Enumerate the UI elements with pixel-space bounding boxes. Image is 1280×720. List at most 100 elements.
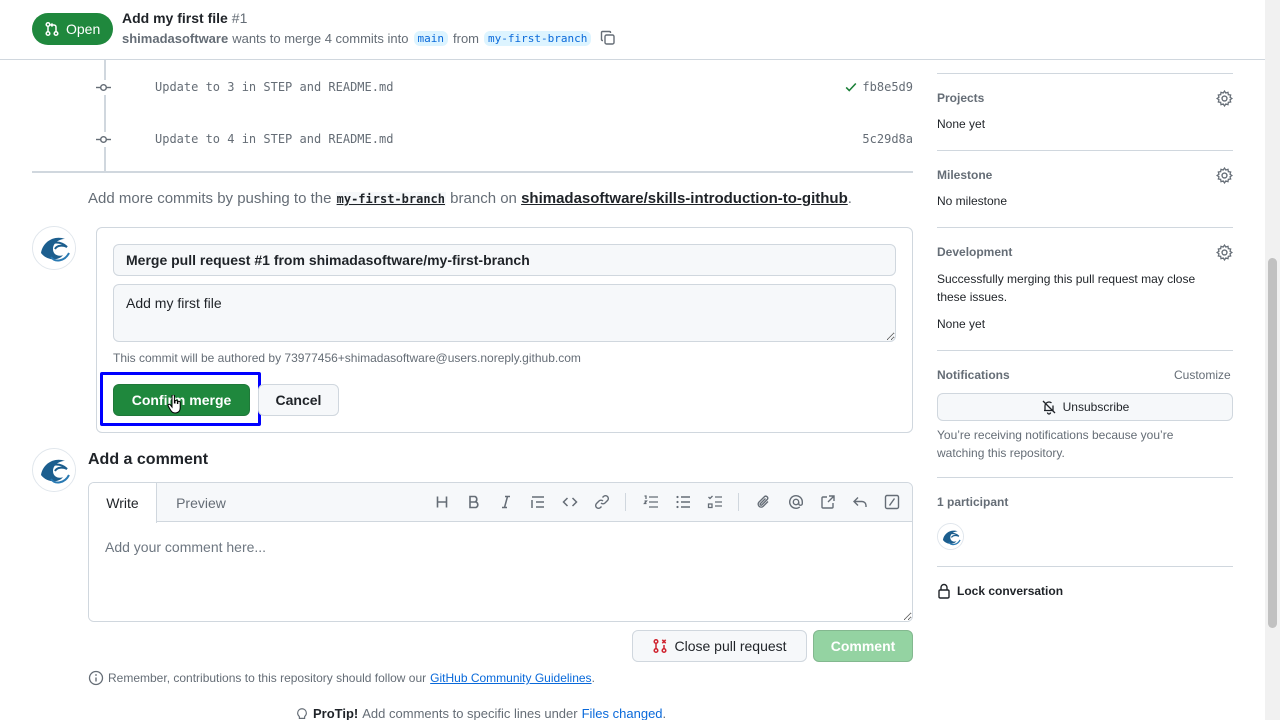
commit-message-link[interactable]: Update to 4 in STEP and README.md bbox=[155, 132, 393, 146]
protip-text: Add comments to specific lines under bbox=[362, 706, 578, 720]
quote-icon[interactable] bbox=[529, 493, 547, 511]
push-hint-middle: branch on bbox=[450, 190, 517, 207]
lock-icon bbox=[938, 583, 950, 599]
heading-icon[interactable] bbox=[433, 493, 451, 511]
base-branch-label[interactable]: main bbox=[413, 30, 448, 46]
commit-sha-link[interactable]: 5c29d8a bbox=[862, 132, 913, 146]
projects-value: None yet bbox=[937, 117, 986, 131]
push-hint-suffix: . bbox=[847, 190, 852, 207]
merge-commit-body-input[interactable]: Add my first file bbox=[113, 284, 896, 342]
unordered-list-icon[interactable] bbox=[674, 493, 692, 511]
commit-row: Update to 3 in STEP and README.md fb8e5d… bbox=[90, 75, 913, 99]
close-pull-request-label: Close pull request bbox=[674, 638, 787, 654]
merge-commit-title-input[interactable] bbox=[113, 244, 896, 276]
lock-conversation-link[interactable]: Lock conversation bbox=[937, 583, 1063, 599]
merge-box: Add my first file This commit will be au… bbox=[96, 227, 913, 433]
comment-button[interactable]: Comment bbox=[813, 630, 913, 662]
milestone-heading: Milestone bbox=[937, 168, 993, 182]
mention-icon[interactable] bbox=[787, 493, 805, 511]
guidelines-note: Remember, contributions to this reposito… bbox=[88, 670, 595, 686]
repo-link[interactable]: shimadasoftware/skills-introduction-to-g… bbox=[521, 190, 848, 207]
head-branch-label[interactable]: my-first-branch bbox=[484, 30, 592, 46]
gear-icon[interactable] bbox=[1216, 90, 1233, 107]
pr-state-badge: Open bbox=[32, 13, 113, 45]
notifications-reason: You’re receiving notifications because y… bbox=[937, 428, 1174, 460]
check-icon[interactable] bbox=[844, 80, 858, 94]
link-icon[interactable] bbox=[593, 493, 611, 511]
reply-icon[interactable] bbox=[851, 493, 869, 511]
customize-link[interactable]: Customize bbox=[1174, 368, 1231, 382]
pr-sticky-header: Open Add my first file #1 shimadasoftware… bbox=[0, 0, 1265, 60]
push-hint-branch[interactable]: my-first-branch bbox=[335, 192, 446, 206]
projects-heading: Projects bbox=[937, 91, 985, 105]
commit-row: Update to 4 in STEP and README.md 5c29d8… bbox=[90, 127, 913, 151]
comment-tabs: Write Preview bbox=[89, 483, 912, 523]
guidelines-prefix: Remember, contributions to this reposito… bbox=[108, 671, 427, 685]
milestone-value: No milestone bbox=[937, 194, 1008, 208]
commit-sha: 5c29d8a bbox=[862, 132, 913, 146]
add-comment-heading: Add a comment bbox=[88, 451, 209, 468]
development-text: Successfully merging this pull request m… bbox=[937, 272, 1196, 304]
pr-state-label: Open bbox=[66, 21, 101, 37]
slash-command-icon[interactable] bbox=[883, 493, 901, 511]
sidebar-divider bbox=[937, 73, 1233, 74]
attach-icon[interactable] bbox=[755, 493, 773, 511]
commit-author-note: This commit will be authored by 73977456… bbox=[113, 351, 581, 365]
bold-icon[interactable] bbox=[465, 493, 483, 511]
close-pull-request-button[interactable]: Close pull request bbox=[632, 630, 807, 662]
pr-meta: shimadasoftware wants to merge 4 commits… bbox=[122, 30, 616, 46]
pr-number: #1 bbox=[231, 10, 248, 26]
tab-preview[interactable]: Preview bbox=[157, 483, 245, 522]
scrollbar-thumb[interactable] bbox=[1268, 258, 1277, 628]
git-pull-request-icon bbox=[45, 21, 59, 37]
git-commit-icon bbox=[96, 80, 111, 95]
tab-write[interactable]: Write bbox=[89, 483, 157, 523]
task-list-icon[interactable] bbox=[706, 493, 724, 511]
avatar[interactable] bbox=[32, 226, 76, 270]
sidebar-divider bbox=[937, 477, 1233, 478]
page-scrollbar[interactable] bbox=[1265, 0, 1280, 720]
sidebar-divider bbox=[937, 227, 1233, 228]
participant-avatar[interactable] bbox=[937, 523, 964, 550]
git-commit-icon bbox=[96, 132, 111, 147]
pr-title: Add my first file #1 bbox=[122, 10, 247, 26]
git-pull-request-closed-icon bbox=[653, 638, 668, 654]
info-icon bbox=[88, 670, 104, 686]
avatar[interactable] bbox=[32, 448, 76, 492]
sidebar-divider bbox=[937, 566, 1233, 567]
notifications-heading: Notifications bbox=[937, 368, 1010, 382]
code-icon[interactable] bbox=[561, 493, 579, 511]
unsubscribe-label: Unsubscribe bbox=[1062, 400, 1130, 414]
light-bulb-icon bbox=[297, 707, 307, 719]
gear-icon[interactable] bbox=[1216, 167, 1233, 184]
lock-conversation-label: Lock conversation bbox=[957, 584, 1064, 598]
toolbar-divider bbox=[625, 493, 626, 511]
commit-sha: fb8e5d9 bbox=[844, 80, 913, 94]
bell-slash-icon bbox=[1042, 400, 1056, 415]
files-changed-link[interactable]: Files changed bbox=[582, 706, 663, 720]
commit-message-link[interactable]: Update to 3 in STEP and README.md bbox=[155, 80, 393, 94]
push-hint-prefix: Add more commits by pushing to the bbox=[88, 190, 332, 207]
merge-text: wants to merge 4 commits into bbox=[232, 30, 409, 46]
toolbar-divider bbox=[738, 493, 739, 511]
sidebar-divider bbox=[937, 150, 1233, 151]
push-hint: Add more commits by pushing to the my-fi… bbox=[88, 190, 852, 207]
cancel-button[interactable]: Cancel bbox=[258, 384, 339, 416]
participants-heading: 1 participant bbox=[937, 495, 1009, 509]
sidebar-divider bbox=[937, 350, 1233, 351]
comment-editor: Write Preview bbox=[88, 482, 913, 622]
protip: ProTip! Add comments to specific lines u… bbox=[295, 706, 666, 720]
timeline-end-divider bbox=[32, 171, 913, 173]
comment-textarea[interactable] bbox=[89, 523, 912, 621]
reference-icon[interactable] bbox=[819, 493, 837, 511]
commit-sha-link[interactable]: fb8e5d9 bbox=[862, 80, 913, 94]
unsubscribe-button[interactable]: Unsubscribe bbox=[937, 393, 1233, 421]
hand-cursor-icon bbox=[167, 395, 181, 414]
protip-label: ProTip! bbox=[313, 706, 359, 720]
gear-icon[interactable] bbox=[1216, 244, 1233, 261]
community-guidelines-link[interactable]: GitHub Community Guidelines bbox=[430, 671, 591, 685]
pr-author-link[interactable]: shimadasoftware bbox=[122, 31, 228, 46]
italic-icon[interactable] bbox=[497, 493, 515, 511]
ordered-list-icon[interactable] bbox=[642, 493, 660, 511]
copy-icon[interactable] bbox=[600, 30, 616, 46]
